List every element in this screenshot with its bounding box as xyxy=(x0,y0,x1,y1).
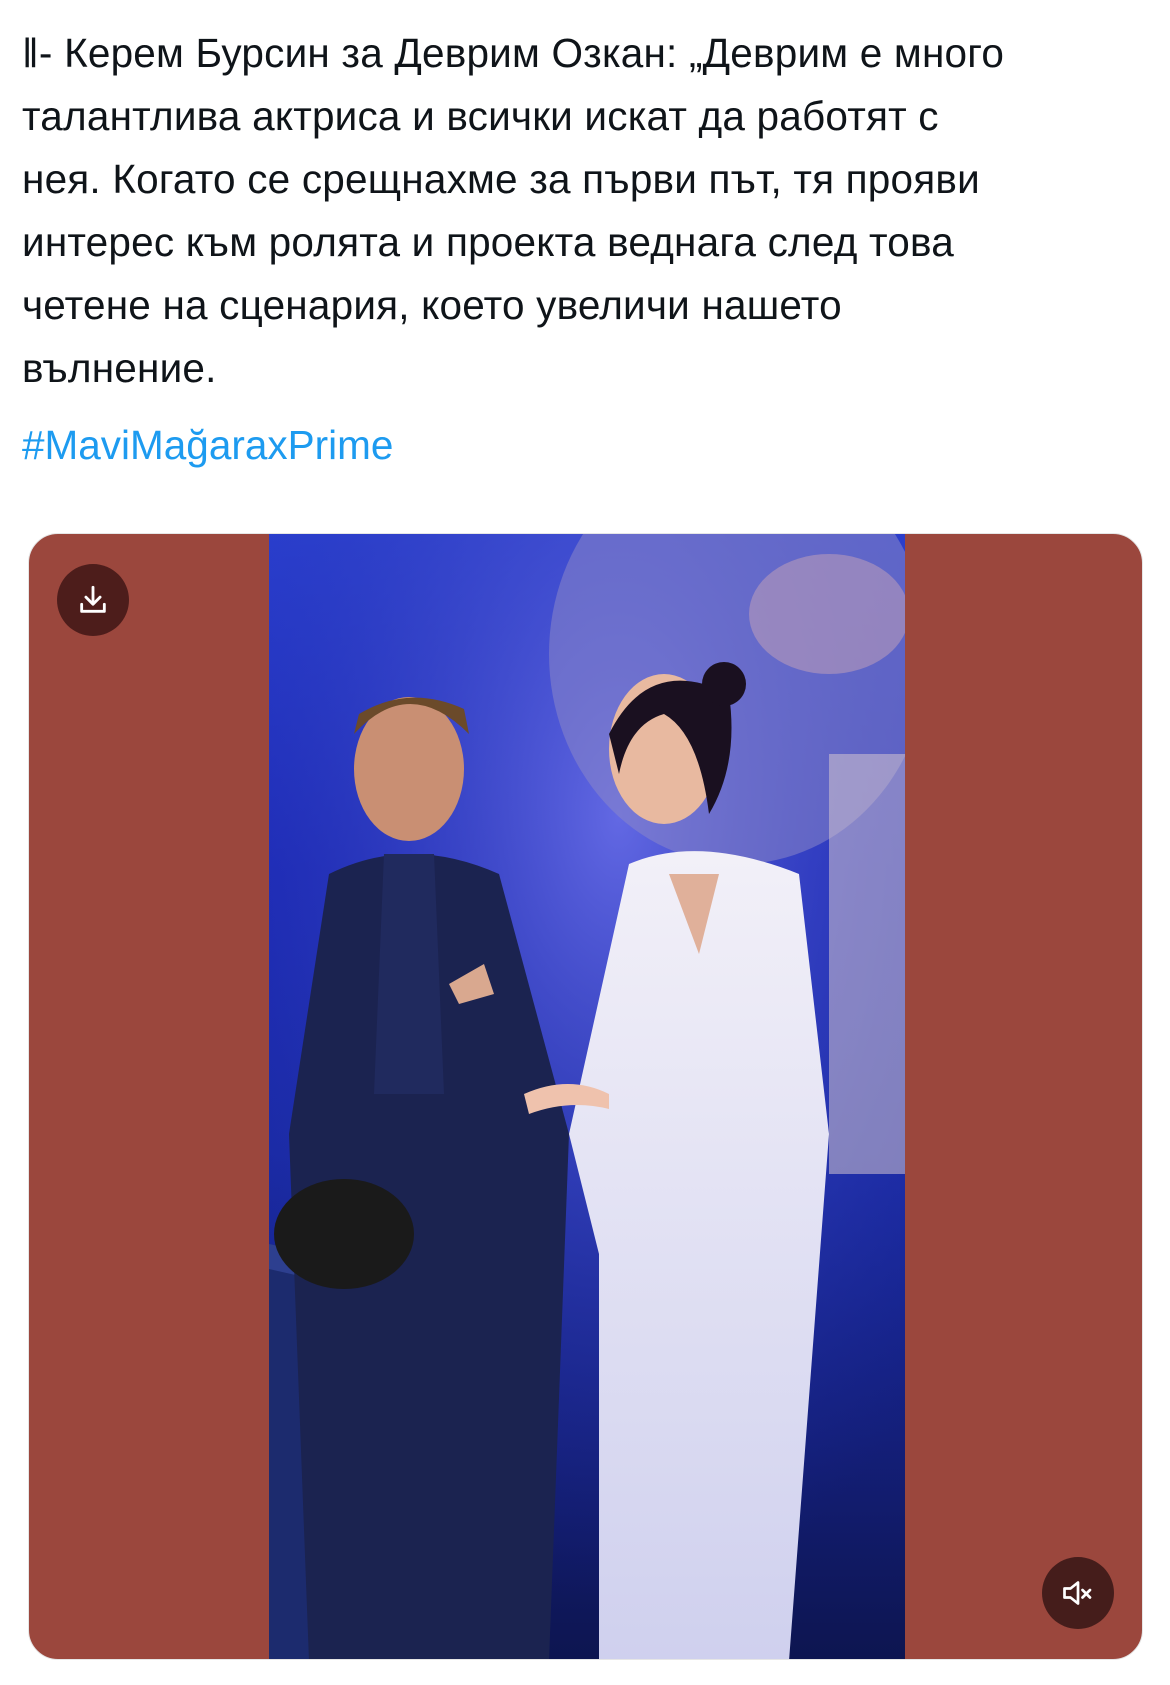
tweet-text-line: талантлива актриса и всички искат да раб… xyxy=(22,93,939,139)
volume-muted-icon xyxy=(1063,1581,1092,1605)
tweet-text: ‖- Керем Бурсин за Деврим Озкан: „Деврим… xyxy=(22,22,1152,400)
tweet-text-line: вълнение. xyxy=(22,345,217,391)
tweet-text-line: четене на сценария, което увеличи нашето xyxy=(22,282,842,328)
hashtag-link[interactable]: #MaviMağaraxPrime xyxy=(22,415,393,475)
download-icon xyxy=(80,585,106,613)
tweet-text-line: ‖- Керем Бурсин за Деврим Озкан: „Деврим… xyxy=(22,30,1005,76)
video-player[interactable] xyxy=(28,533,1143,1660)
tweet-text-line: нея. Когато се срещнахме за първи път, т… xyxy=(22,156,980,202)
mute-button[interactable] xyxy=(1042,1557,1114,1629)
tweet-text-line: интерес към ролята и проекта веднага сле… xyxy=(22,219,954,265)
download-button[interactable] xyxy=(57,564,129,636)
video-still xyxy=(269,534,905,1659)
video-frame[interactable] xyxy=(269,534,905,1659)
